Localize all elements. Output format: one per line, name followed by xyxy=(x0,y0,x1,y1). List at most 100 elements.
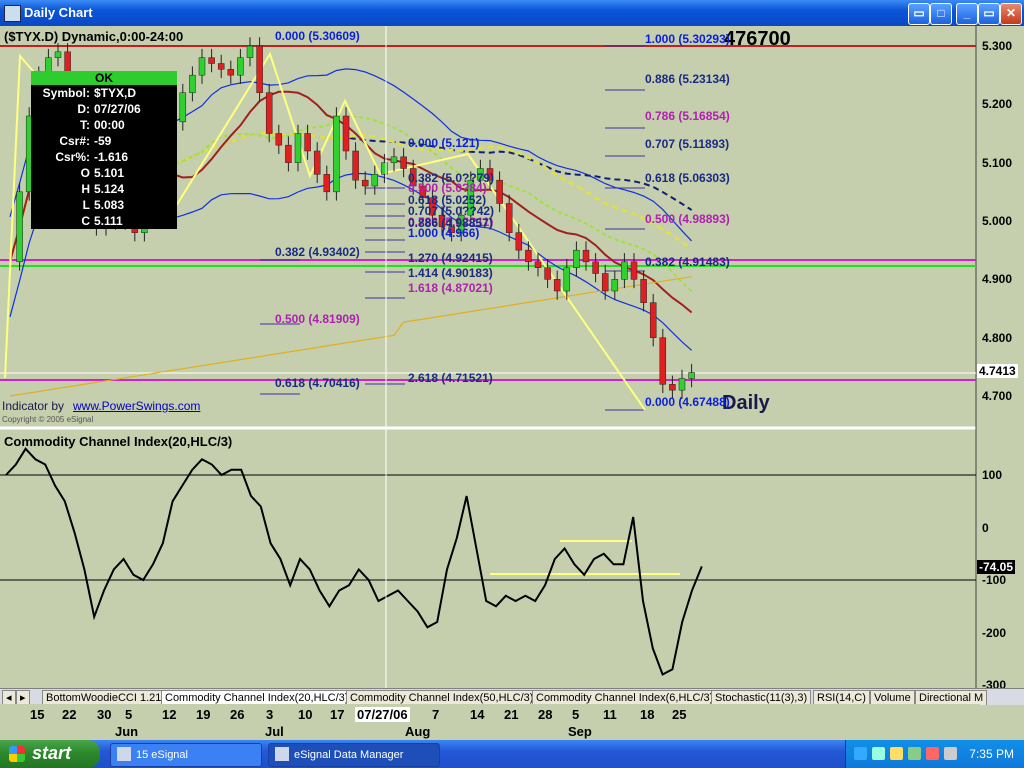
info-key: C xyxy=(81,214,90,228)
indicator-tab[interactable]: Commodity Channel Index(20,HLC/3) xyxy=(161,690,353,705)
window-icon-button[interactable]: ▭ xyxy=(908,3,930,25)
fib-label: 1.270 (4.92415) xyxy=(408,251,493,265)
fib-label: 0.382 (4.93402) xyxy=(275,245,360,259)
date-tick: 3 xyxy=(266,707,274,722)
candle-down xyxy=(227,69,235,76)
candle-up xyxy=(611,279,619,292)
cci-axis-label: 0 xyxy=(982,520,989,535)
price-axis-label: 5.100 xyxy=(982,155,1013,170)
taskbar-esignal-button[interactable]: 15 eSignal xyxy=(110,743,262,767)
month-tick: Sep xyxy=(568,724,592,739)
date-tick: 18 xyxy=(640,707,655,722)
restore-button[interactable]: ▭ xyxy=(978,3,1000,25)
info-key: D: xyxy=(77,102,90,116)
indicator-tab[interactable]: Commodity Channel Index(50,HLC/3) xyxy=(346,690,538,705)
candle-down xyxy=(544,267,551,280)
indicator-tab[interactable]: Directional M xyxy=(915,690,988,705)
symbol-header: ($TYX.D) Dynamic,0:00-24:00 xyxy=(4,29,184,44)
candle-up xyxy=(371,174,379,187)
candle-down xyxy=(361,179,369,187)
taskbar-clock: 7:35 PM xyxy=(969,747,1014,761)
big-price-label: 476700 xyxy=(724,28,791,50)
price-axis-label: 5.300 xyxy=(982,39,1013,53)
candle-down xyxy=(208,57,215,64)
indicator-tab[interactable]: BottomWoodieCCI 1.21 xyxy=(42,690,166,705)
info-row: Csr#: -59 xyxy=(31,133,177,149)
date-tick: 25 xyxy=(672,707,687,722)
price-axis-label: 5.000 xyxy=(982,214,1013,228)
info-key: Csr%: xyxy=(55,150,90,164)
tab-scroll-left[interactable]: ◂ xyxy=(2,690,16,705)
info-value: -59 xyxy=(94,134,112,148)
info-key: T: xyxy=(80,118,90,132)
fib-label: 0.618 (5.06303) xyxy=(645,171,730,185)
taskbar: start 15 eSignal eSignal Data Manager 7:… xyxy=(0,740,1024,768)
current-price-label: 4.7413 xyxy=(977,364,1018,378)
date-tick: 26 xyxy=(230,707,245,722)
candle-up xyxy=(294,133,302,163)
info-value: -1.616 xyxy=(94,150,129,164)
info-key: L xyxy=(82,198,90,212)
chart-app-icon xyxy=(4,5,21,22)
fib-label: 0.500 (4.98893) xyxy=(645,212,730,226)
window-titlebar: Daily Chart ▭ □ _ ▭ ✕ xyxy=(0,0,1024,26)
start-button[interactable]: start xyxy=(0,740,100,768)
date-tick: 5 xyxy=(572,707,580,722)
candle-down xyxy=(553,279,561,292)
price-axis-label: 4.800 xyxy=(982,330,1013,345)
window-maximize-button[interactable]: □ xyxy=(930,3,952,25)
fib-label: 1.000 (5.30293) xyxy=(645,32,730,46)
tray-printer-icon[interactable] xyxy=(890,747,903,760)
candle-down xyxy=(505,203,513,233)
windows-logo-icon xyxy=(9,746,25,762)
date-tick: 11 xyxy=(603,707,617,722)
info-key: Symbol: xyxy=(42,86,90,100)
tray-app-icon[interactable] xyxy=(908,747,921,760)
taskbar-data-manager-button[interactable]: eSignal Data Manager xyxy=(268,743,440,767)
candle-up xyxy=(688,372,695,379)
window-title: Daily Chart xyxy=(24,5,93,20)
fib-label: 0.500 (4.81909) xyxy=(275,312,360,326)
candle-down xyxy=(630,261,638,280)
indicator-tab[interactable]: RSI(14,C) xyxy=(813,690,870,705)
powerswings-link[interactable]: www.PowerSwings.com xyxy=(73,399,200,413)
info-ok-bar[interactable]: OK xyxy=(31,71,177,85)
candle-down xyxy=(265,92,273,134)
date-tick: 12 xyxy=(162,707,177,722)
info-value: $TYX,D xyxy=(94,86,137,100)
tray-security-icon[interactable] xyxy=(926,747,939,760)
month-tick: Aug xyxy=(405,724,431,739)
chart-area[interactable]: ($TYX.D) Dynamic,0:00-24:00 476700 Daily… xyxy=(0,26,1024,692)
date-tick: 19 xyxy=(196,707,211,722)
candle-down xyxy=(313,150,321,175)
tray-network-icon[interactable] xyxy=(872,747,885,760)
date-tick: 21 xyxy=(504,707,519,722)
fib-label: 0.707 (5.11893) xyxy=(645,137,730,151)
candle-down xyxy=(285,144,292,163)
date-tick: 07/27/06 xyxy=(355,707,410,722)
fib-label: 0.786 (5.16854) xyxy=(645,109,730,123)
candle-up xyxy=(621,261,628,280)
cursor-info-box: OK Symbol: $TYX,D D: 07/27/06 T: 00:00 Csr#: -5… xyxy=(31,71,177,229)
info-row: Csr%: -1.616 xyxy=(31,149,177,165)
info-row: C 5.111 xyxy=(31,213,177,229)
candle-down xyxy=(601,273,609,292)
indicator-tab[interactable]: Commodity Channel Index(6,HLC/3) xyxy=(532,690,718,705)
indicator-tab[interactable]: Stochastic(11(3),3) xyxy=(711,690,812,705)
data-manager-icon xyxy=(275,747,289,762)
candle-up xyxy=(179,92,187,123)
info-row: H 5.124 xyxy=(31,181,177,197)
fib-label: 0.000 (4.67488) xyxy=(645,395,730,409)
candle-up xyxy=(390,156,398,163)
candle-up xyxy=(573,249,580,268)
date-axis: 15 22 30 5 12 19 26 3 10 17 07/27/06 7 14 21 28 5 11 18 25… xyxy=(0,704,980,740)
fib-label: 1.618 (4.87021) xyxy=(408,281,493,295)
indicator-tab[interactable]: Volume xyxy=(870,690,915,705)
tray-volume-icon[interactable] xyxy=(944,747,957,760)
tab-scroll-right[interactable]: ▸ xyxy=(16,690,30,705)
tray-help-icon[interactable] xyxy=(854,747,867,760)
minimize-button[interactable]: _ xyxy=(956,3,978,25)
date-tick: 7 xyxy=(432,707,440,722)
info-key: H xyxy=(81,182,90,196)
close-button[interactable]: ✕ xyxy=(1000,3,1022,25)
